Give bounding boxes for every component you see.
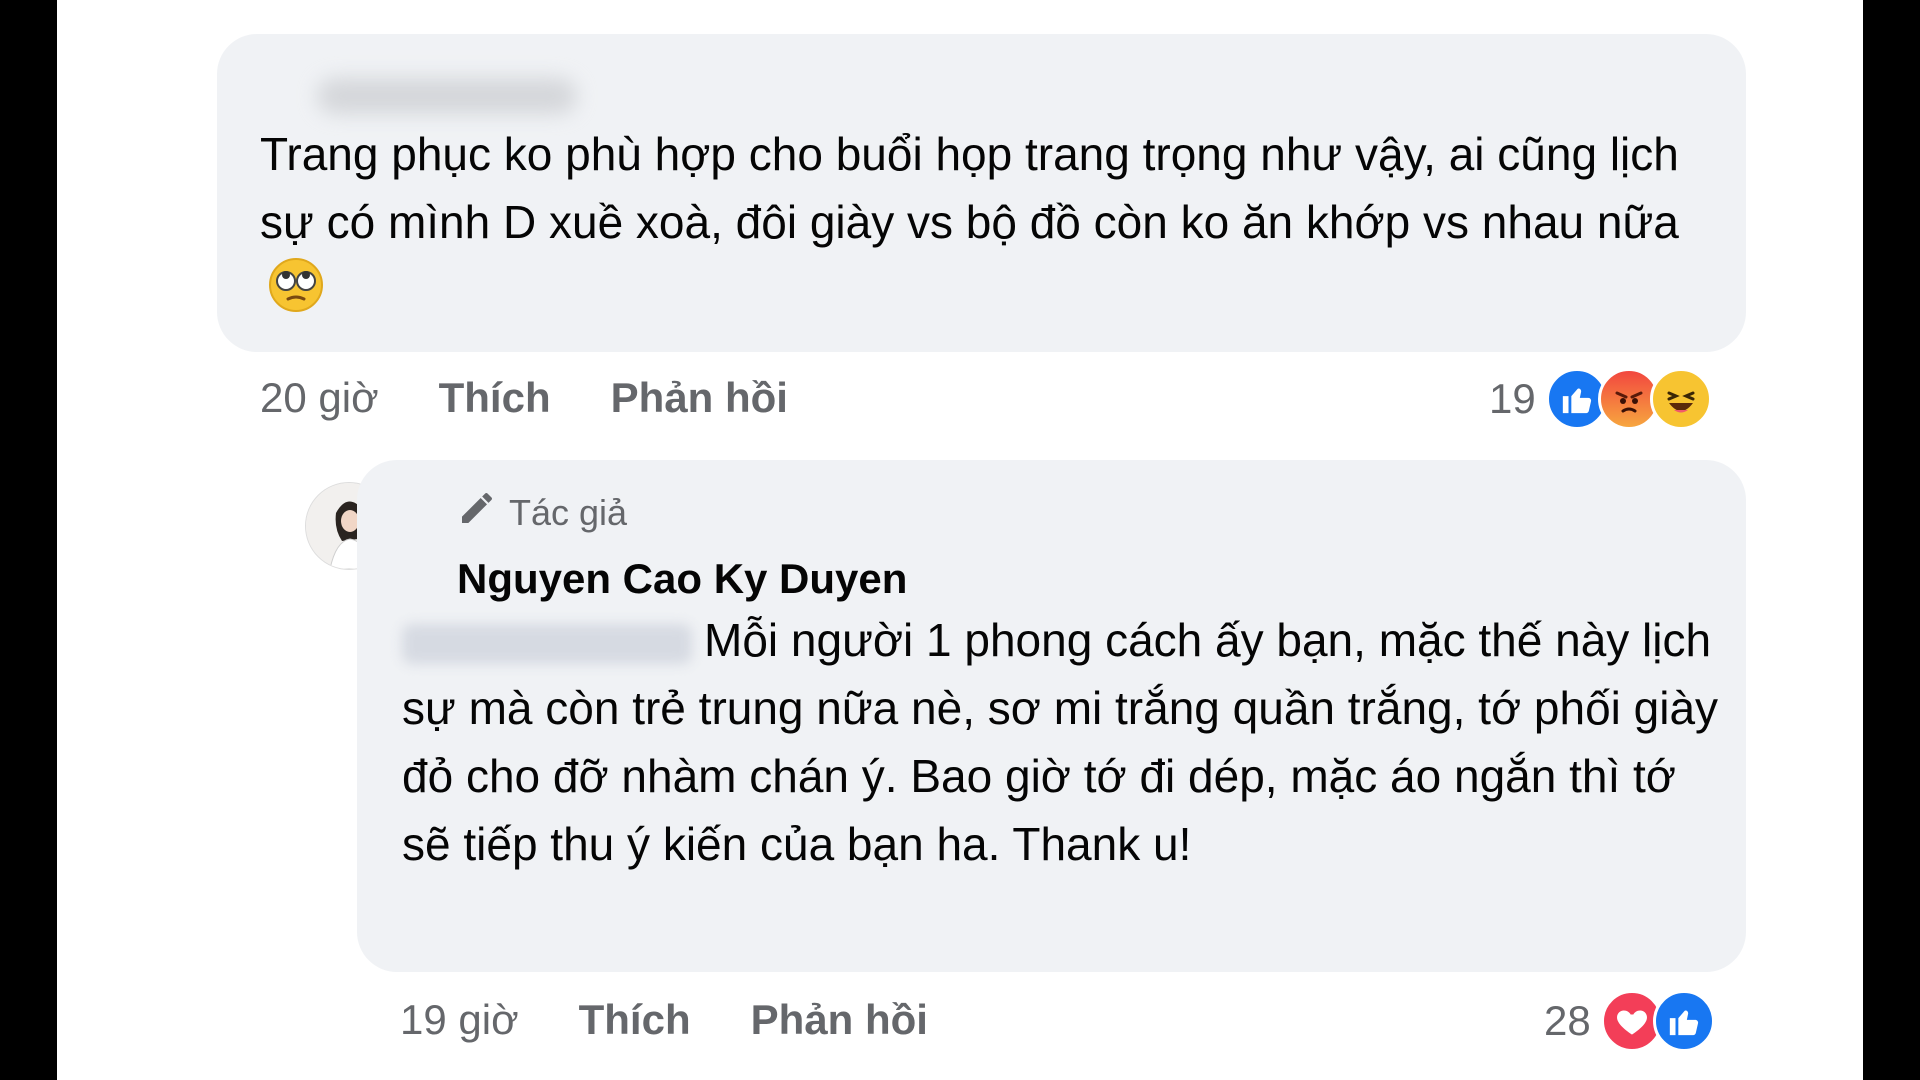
reply-actions: 19 giờ Thích Phản hồi [400, 996, 928, 1044]
like-button[interactable]: Thích [579, 996, 691, 1044]
comments-panel: Trang phục ko phù hợp cho buổi họp trang… [57, 0, 1863, 1080]
reaction-count: 28 [1544, 997, 1591, 1044]
reply-timestamp[interactable]: 19 giờ [400, 996, 519, 1044]
blurred-commenter-name [317, 78, 577, 114]
author-badge: Tác giả [457, 488, 627, 537]
rolling-eyes-emoji-icon [268, 257, 324, 331]
pencil-icon [457, 488, 497, 537]
reaction-summary[interactable]: 19 [1489, 368, 1712, 430]
reply-button[interactable]: Phản hồi [611, 374, 788, 422]
author-badge-label: Tác giả [509, 491, 628, 533]
author-name[interactable]: Nguyen Cao Ky Duyen [457, 555, 907, 603]
reply-reaction-summary[interactable]: 28 [1544, 990, 1715, 1052]
like-reaction-icon [1652, 990, 1715, 1052]
like-button[interactable]: Thích [439, 374, 551, 422]
comment-actions: 20 giờ Thích Phản hồi [260, 374, 788, 422]
blurred-mention[interactable] [402, 623, 692, 664]
comment-body: Trang phục ko phù hợp cho buổi họp trang… [260, 128, 1679, 248]
reaction-count: 19 [1489, 375, 1536, 422]
reply-button[interactable]: Phản hồi [751, 996, 928, 1044]
comment-timestamp[interactable]: 20 giờ [260, 374, 379, 422]
comment-text: Trang phục ko phù hợp cho buổi họp trang… [260, 120, 1710, 331]
reply-text: Mỗi người 1 phong cách ấy bạn, mặc thế n… [402, 606, 1722, 878]
haha-reaction-icon [1649, 368, 1712, 430]
